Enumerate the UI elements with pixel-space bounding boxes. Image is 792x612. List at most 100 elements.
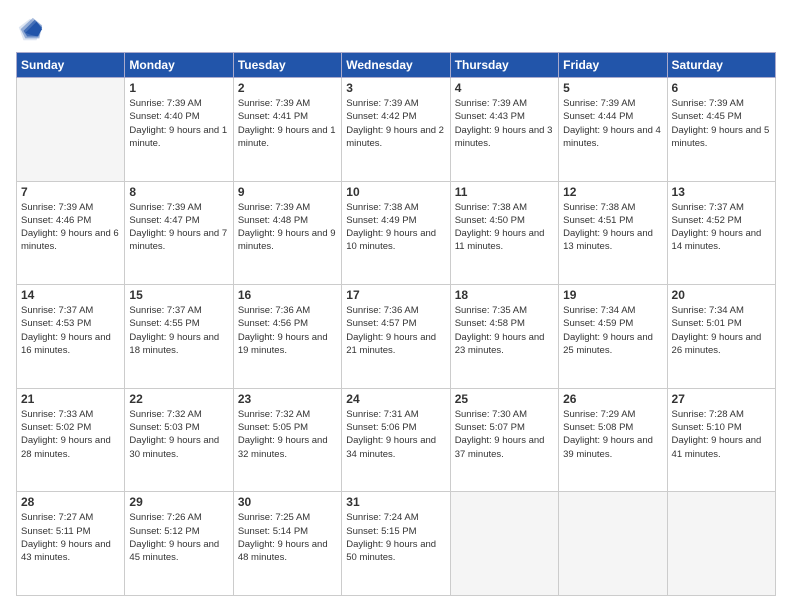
col-sunday: Sunday [17, 53, 125, 78]
daylight-text: Daylight: 9 hours and 45 minutes. [129, 539, 219, 563]
day-number: 16 [238, 288, 337, 302]
day-info: Sunrise: 7:37 AMSunset: 4:55 PMDaylight:… [129, 304, 228, 357]
sunrise-text: Sunrise: 7:32 AM [238, 409, 310, 420]
daylight-text: Daylight: 9 hours and 2 minutes. [346, 125, 444, 149]
calendar-week-row: 28Sunrise: 7:27 AMSunset: 5:11 PMDayligh… [17, 492, 776, 596]
daylight-text: Daylight: 9 hours and 32 minutes. [238, 435, 328, 459]
day-info: Sunrise: 7:38 AMSunset: 4:49 PMDaylight:… [346, 201, 445, 254]
col-friday: Friday [559, 53, 667, 78]
sunset-text: Sunset: 4:45 PM [672, 111, 742, 122]
calendar-day-cell: 19Sunrise: 7:34 AMSunset: 4:59 PMDayligh… [559, 285, 667, 389]
day-number: 25 [455, 392, 554, 406]
sunrise-text: Sunrise: 7:34 AM [563, 305, 635, 316]
day-info: Sunrise: 7:38 AMSunset: 4:51 PMDaylight:… [563, 201, 662, 254]
day-number: 10 [346, 185, 445, 199]
day-number: 28 [21, 495, 120, 509]
calendar-day-cell: 31Sunrise: 7:24 AMSunset: 5:15 PMDayligh… [342, 492, 450, 596]
sunrise-text: Sunrise: 7:27 AM [21, 512, 93, 523]
day-info: Sunrise: 7:39 AMSunset: 4:48 PMDaylight:… [238, 201, 337, 254]
calendar-day-cell: 14Sunrise: 7:37 AMSunset: 4:53 PMDayligh… [17, 285, 125, 389]
day-info: Sunrise: 7:32 AMSunset: 5:05 PMDaylight:… [238, 408, 337, 461]
sunset-text: Sunset: 4:42 PM [346, 111, 416, 122]
sunset-text: Sunset: 4:53 PM [21, 318, 91, 329]
calendar-day-cell: 21Sunrise: 7:33 AMSunset: 5:02 PMDayligh… [17, 388, 125, 492]
day-info: Sunrise: 7:39 AMSunset: 4:45 PMDaylight:… [672, 97, 771, 150]
sunrise-text: Sunrise: 7:26 AM [129, 512, 201, 523]
day-info: Sunrise: 7:38 AMSunset: 4:50 PMDaylight:… [455, 201, 554, 254]
sunset-text: Sunset: 4:56 PM [238, 318, 308, 329]
day-number: 23 [238, 392, 337, 406]
day-number: 12 [563, 185, 662, 199]
day-info: Sunrise: 7:30 AMSunset: 5:07 PMDaylight:… [455, 408, 554, 461]
day-info: Sunrise: 7:26 AMSunset: 5:12 PMDaylight:… [129, 511, 228, 564]
sunset-text: Sunset: 5:10 PM [672, 422, 742, 433]
sunset-text: Sunset: 5:14 PM [238, 526, 308, 537]
sunset-text: Sunset: 4:41 PM [238, 111, 308, 122]
day-info: Sunrise: 7:39 AMSunset: 4:47 PMDaylight:… [129, 201, 228, 254]
day-info: Sunrise: 7:29 AM Sunset: 5:08 PM Daylight:… [563, 408, 662, 461]
calendar-day-cell: 22Sunrise: 7:32 AMSunset: 5:03 PMDayligh… [125, 388, 233, 492]
sunrise-text: Sunrise: 7:36 AM [238, 305, 310, 316]
day-number: 19 [563, 288, 662, 302]
daylight-text: Daylight: 9 hours and 21 minutes. [346, 332, 436, 356]
calendar-day-cell: 9 Sunrise: 7:39 AMSunset: 4:48 PMDaylight… [233, 181, 341, 285]
sunrise-text: Sunrise: 7:39 AM [455, 98, 527, 109]
sunrise-text: Sunrise: 7:38 AM [455, 202, 527, 213]
daylight-text: Daylight: 9 hours and 39 minutes. [563, 435, 653, 459]
sunrise-text: Sunrise: 7:37 AM [672, 202, 744, 213]
logo [16, 16, 48, 44]
sunrise-text: Sunrise: 7:39 AM [21, 202, 93, 213]
day-info: Sunrise: 7:36 AMSunset: 4:56 PMDaylight:… [238, 304, 337, 357]
calendar-day-cell: 12 Sunrise: 7:38 AMSunset: 4:51 PMDayligh… [559, 181, 667, 285]
calendar-day-cell: 17Sunrise: 7:36 AMSunset: 4:57 PMDayligh… [342, 285, 450, 389]
sunset-text: Sunset: 4:40 PM [129, 111, 199, 122]
calendar-day-cell [667, 492, 775, 596]
daylight-text: Daylight: 9 hours and 5 minutes. [672, 125, 770, 149]
sunset-text: Sunset: 4:57 PM [346, 318, 416, 329]
sunset-text: Sunset: 4:51 PM [563, 215, 633, 226]
sunrise-text: Sunrise: 7:24 AM [346, 512, 418, 523]
day-number: 9 [238, 185, 337, 199]
day-number: 2 [238, 81, 337, 95]
daylight-text: Daylight: 9 hours and 6 minutes. [21, 228, 119, 252]
sunrise-text: Sunrise: 7:39 AM [238, 202, 310, 213]
sunset-text: Sunset: 5:06 PM [346, 422, 416, 433]
calendar-day-cell: 24Sunrise: 7:31 AMSunset: 5:06 PMDayligh… [342, 388, 450, 492]
day-number: 26 [563, 392, 662, 406]
calendar-day-cell: 20Sunrise: 7:34 AMSunset: 5:01 PMDayligh… [667, 285, 775, 389]
sunset-text: Sunset: 4:47 PM [129, 215, 199, 226]
day-number: 6 [672, 81, 771, 95]
daylight-text: Daylight: 9 hours and 13 minutes. [563, 228, 653, 252]
sunrise-text: Sunrise: 7:30 AM [455, 409, 527, 420]
sunrise-text: Sunrise: 7:31 AM [346, 409, 418, 420]
daylight-text: Daylight: 9 hours and 11 minutes. [455, 228, 545, 252]
col-wednesday: Wednesday [342, 53, 450, 78]
calendar-day-cell: 2Sunrise: 7:39 AMSunset: 4:41 PMDaylight… [233, 78, 341, 182]
daylight-text: Daylight: 9 hours and 16 minutes. [21, 332, 111, 356]
sunset-text: Sunset: 4:43 PM [455, 111, 525, 122]
calendar-day-cell: 5Sunrise: 7:39 AMSunset: 4:44 PMDaylight… [559, 78, 667, 182]
sunrise-text: Sunrise: 7:29 AM [563, 409, 635, 420]
daylight-text: Daylight: 9 hours and 48 minutes. [238, 539, 328, 563]
sunset-text: Sunset: 4:55 PM [129, 318, 199, 329]
col-tuesday: Tuesday [233, 53, 341, 78]
day-info: Sunrise: 7:39 AM Sunset: 4:43 PM Daylight:… [455, 97, 554, 150]
day-info: Sunrise: 7:32 AMSunset: 5:03 PMDaylight:… [129, 408, 228, 461]
day-info: Sunrise: 7:39 AMSunset: 4:40 PMDaylight:… [129, 97, 228, 150]
calendar-day-cell: 7Sunrise: 7:39 AMSunset: 4:46 PMDaylight… [17, 181, 125, 285]
calendar-week-row: 1Sunrise: 7:39 AMSunset: 4:40 PMDaylight… [17, 78, 776, 182]
calendar-day-cell: 8Sunrise: 7:39 AMSunset: 4:47 PMDaylight… [125, 181, 233, 285]
day-info: Sunrise: 7:35 AMSunset: 4:58 PMDaylight:… [455, 304, 554, 357]
calendar-day-cell: 10 Sunrise: 7:38 AMSunset: 4:49 PMDayligh… [342, 181, 450, 285]
sunrise-text: Sunrise: 7:39 AM [346, 98, 418, 109]
sunset-text: Sunset: 4:59 PM [563, 318, 633, 329]
sunset-text: Sunset: 5:08 PM [563, 422, 633, 433]
day-number: 11 [455, 185, 554, 199]
day-number: 17 [346, 288, 445, 302]
col-thursday: Thursday [450, 53, 558, 78]
calendar-day-cell: 30Sunrise: 7:25 AMSunset: 5:14 PMDayligh… [233, 492, 341, 596]
daylight-text: Daylight: 9 hours and 3 minutes. [455, 125, 553, 149]
sunrise-text: Sunrise: 7:34 AM [672, 305, 744, 316]
sunset-text: Sunset: 4:49 PM [346, 215, 416, 226]
calendar-day-cell: 3Sunrise: 7:39 AMSunset: 4:42 PMDaylight… [342, 78, 450, 182]
